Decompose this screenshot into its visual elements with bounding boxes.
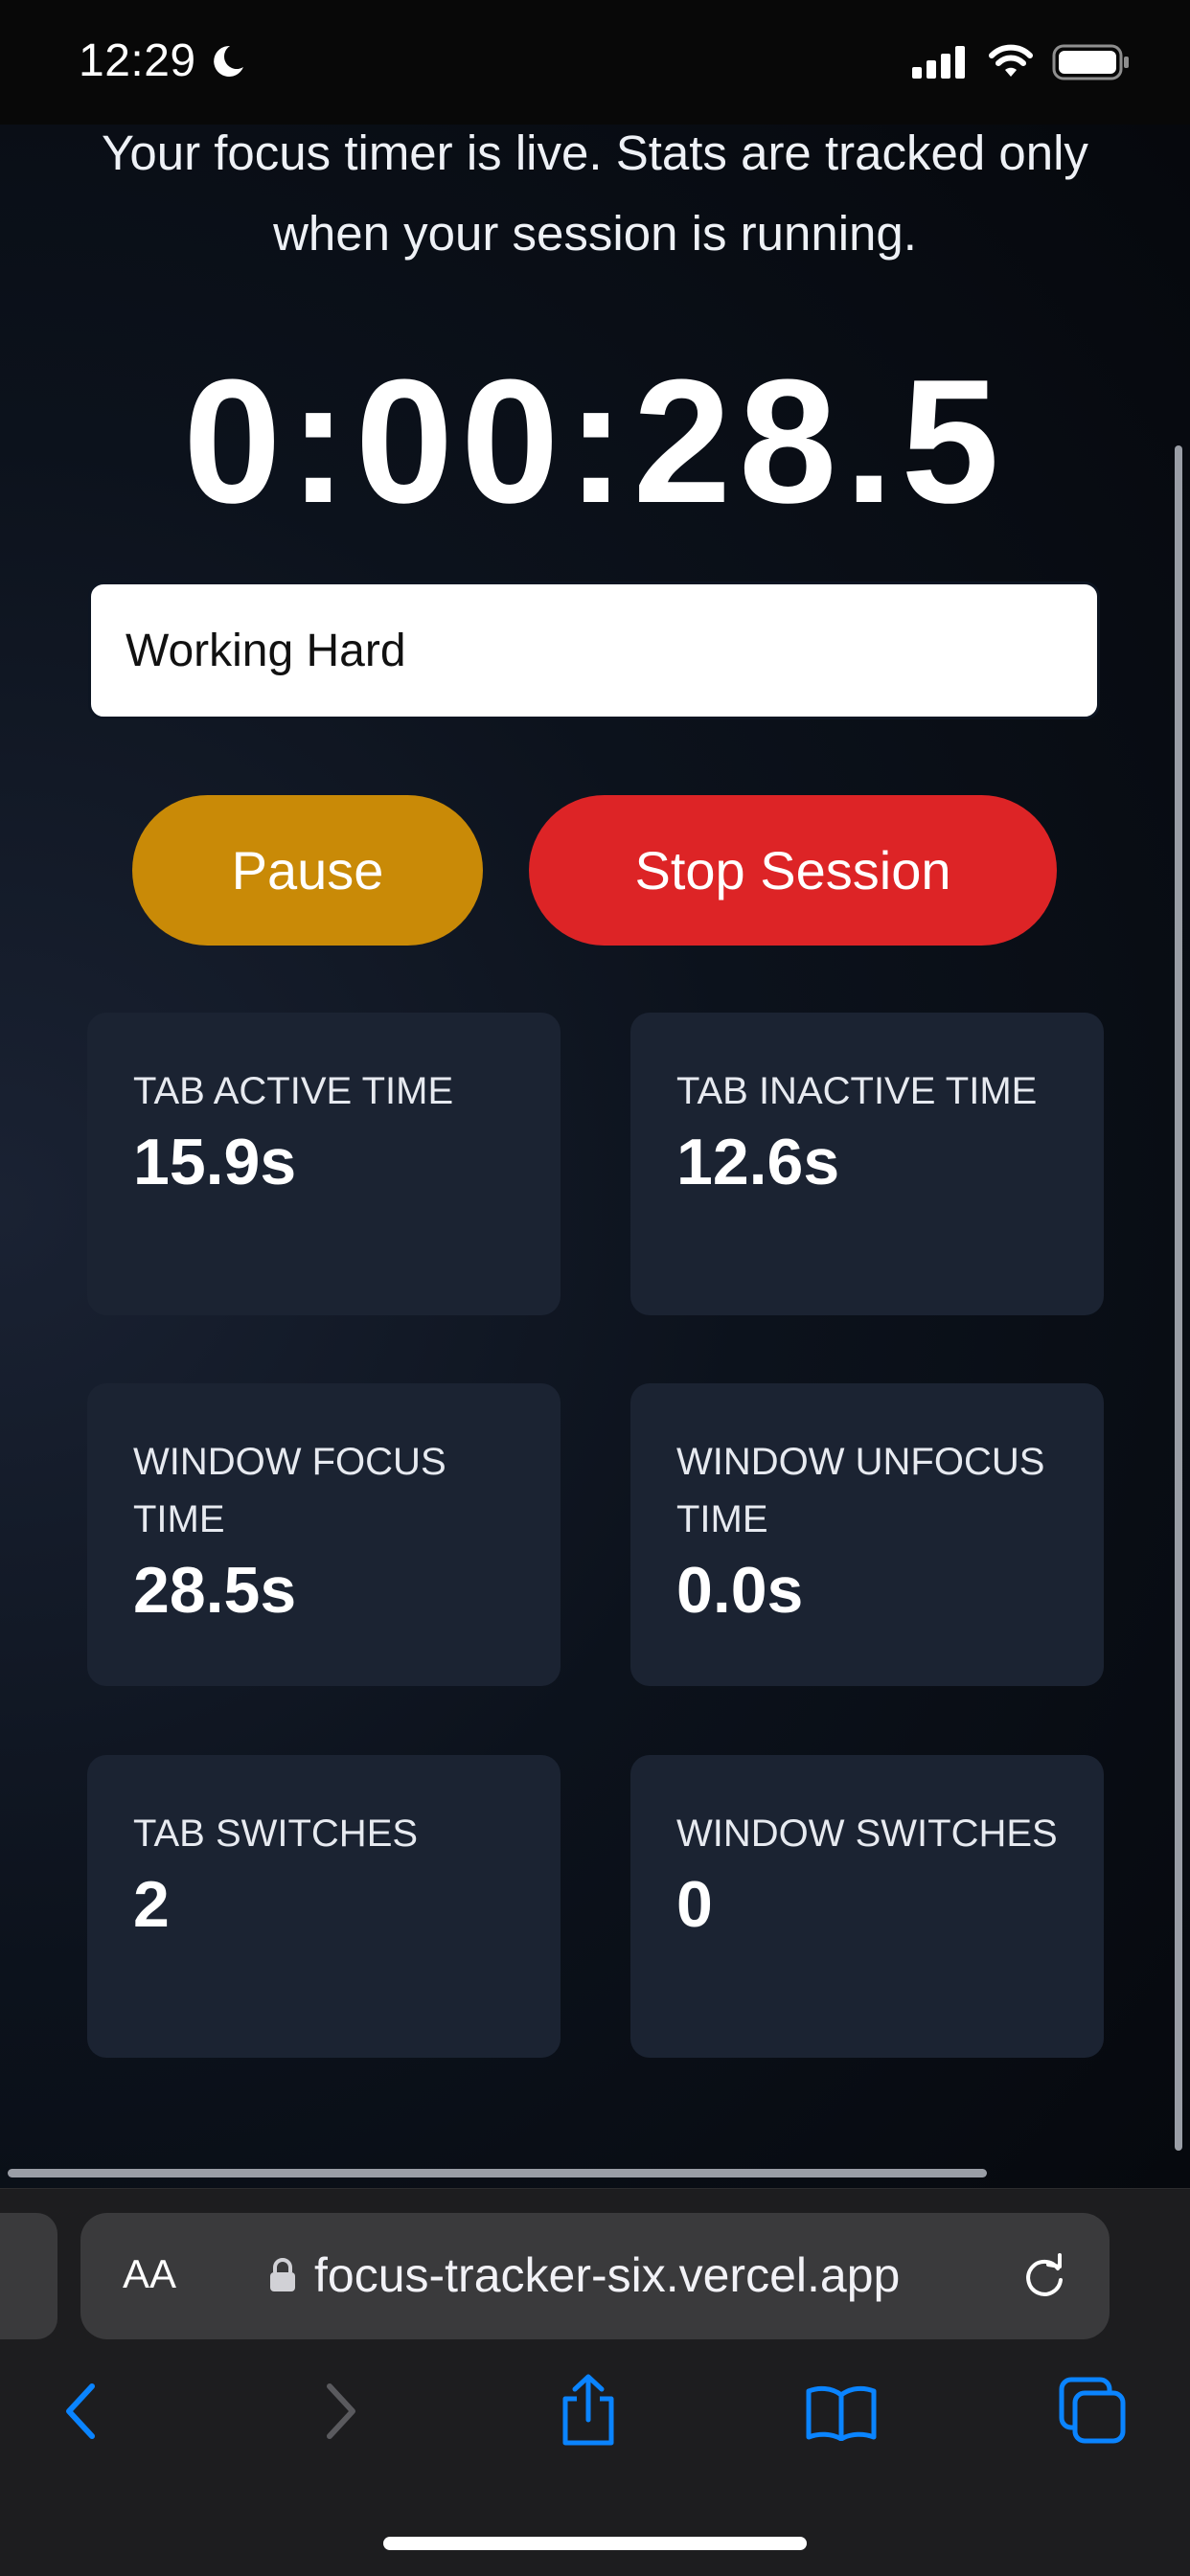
status-bar: 12:29 <box>0 0 1190 125</box>
tabs-icon[interactable] <box>1058 2376 1127 2445</box>
stat-label: WINDOW UNFOCUS TIME <box>676 1441 1045 1540</box>
home-indicator <box>383 2537 807 2550</box>
text-size-label: AA <box>123 2251 177 2296</box>
text-size-button[interactable]: AA <box>123 2251 176 2297</box>
bookmarks-icon[interactable] <box>805 2383 878 2441</box>
wifi-icon <box>989 44 1033 77</box>
status-time: 12:29 <box>79 35 196 86</box>
forward-icon[interactable] <box>322 2381 360 2442</box>
reload-icon[interactable] <box>1019 2251 1069 2301</box>
url-text[interactable]: focus-tracker-six.vercel.app <box>314 2247 900 2303</box>
cellular-signal-icon <box>912 46 965 79</box>
stat-label: TAB SWITCHES <box>133 1812 419 1855</box>
pause-button[interactable]: Pause <box>132 795 483 946</box>
vertical-scrollbar[interactable] <box>1175 445 1182 2151</box>
horizontal-scrollbar[interactable] <box>8 2169 987 2177</box>
task-name-input[interactable] <box>88 581 1100 719</box>
stat-card-window-focus: WINDOW FOCUS TIME 28.5s <box>87 1383 561 1686</box>
intro-text: Your focus timer is live. Stats are trac… <box>102 125 1088 261</box>
stat-card-window-switches: WINDOW SWITCHES 0 <box>630 1755 1104 2058</box>
stat-value: 0 <box>676 1868 713 1941</box>
stat-card-tab-active: TAB ACTIVE TIME 15.9s <box>87 1013 561 1315</box>
previous-tab-preview[interactable] <box>0 2213 57 2339</box>
stat-label: TAB ACTIVE TIME <box>133 1070 454 1112</box>
stat-value: 12.6s <box>676 1126 840 1198</box>
stat-label: WINDOW FOCUS TIME <box>133 1441 446 1540</box>
stat-value: 28.5s <box>133 1554 297 1627</box>
share-icon[interactable] <box>558 2374 619 2447</box>
stat-card-tab-switches: TAB SWITCHES 2 <box>87 1755 561 2058</box>
stat-value: 0.0s <box>676 1554 804 1627</box>
lock-icon <box>270 2258 295 2291</box>
moon-icon <box>214 45 243 77</box>
stat-label: TAB INACTIVE TIME <box>676 1070 1038 1112</box>
battery-icon <box>1052 44 1129 80</box>
stat-value: 15.9s <box>133 1126 297 1198</box>
stat-label: WINDOW SWITCHES <box>676 1812 1058 1855</box>
back-icon[interactable] <box>61 2381 100 2442</box>
stop-session-button[interactable]: Stop Session <box>529 795 1057 946</box>
stat-card-tab-inactive: TAB INACTIVE TIME 12.6s <box>630 1013 1104 1315</box>
timer-display: 0:00:28.5 <box>183 342 1007 539</box>
stat-card-window-unfocus: WINDOW UNFOCUS TIME 0.0s <box>630 1383 1104 1686</box>
stat-value: 2 <box>133 1868 170 1941</box>
